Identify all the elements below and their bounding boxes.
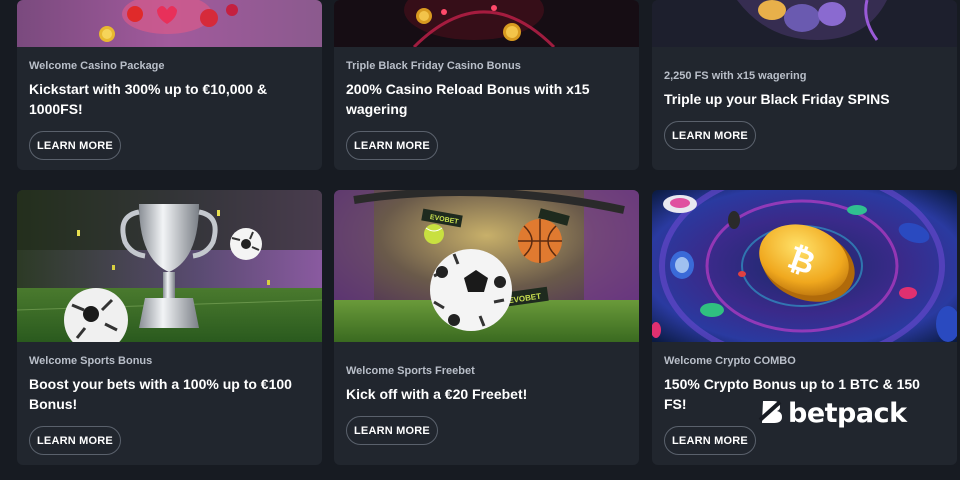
- promo-subtitle: Welcome Casino Package: [29, 60, 165, 72]
- promo-card-triple-black-friday-casino[interactable]: Triple Black Friday Casino Bonus 200% Ca…: [334, 0, 639, 170]
- promo-title: Kickstart with 300% up to €10,000 & 1000…: [29, 81, 268, 117]
- promo-title: 200% Casino Reload Bonus with x15 wageri…: [346, 81, 590, 117]
- betpack-watermark: betpack: [758, 398, 907, 429]
- promo-image-football-basketball[interactable]: EVOBET EVOBET: [334, 190, 639, 342]
- promo-card-welcome-sports-freebet[interactable]: EVOBET EVOBET Welcome Sports Freebet Kic…: [334, 190, 639, 465]
- betpack-logo-icon: [758, 398, 784, 429]
- learn-more-button[interactable]: LEARN MORE: [29, 426, 121, 455]
- promo-title: Triple up your Black Friday SPINS: [664, 91, 890, 107]
- promo-card-welcome-casino[interactable]: Welcome Casino Package Kickstart with 30…: [17, 0, 322, 170]
- learn-more-button[interactable]: LEARN MORE: [29, 131, 121, 160]
- promo-subtitle: 2,250 FS with x15 wagering: [664, 70, 807, 82]
- promo-card-welcome-sports[interactable]: Welcome Sports Bonus Boost your bets wit…: [17, 190, 322, 465]
- promo-image-bitcoin-coin[interactable]: ₿: [652, 190, 957, 342]
- learn-more-button[interactable]: LEARN MORE: [664, 121, 756, 150]
- promo-image-casino-characters[interactable]: [652, 0, 957, 47]
- learn-more-button[interactable]: LEARN MORE: [664, 426, 756, 455]
- learn-more-button[interactable]: LEARN MORE: [346, 416, 438, 445]
- promo-subtitle: Welcome Sports Bonus: [29, 355, 153, 367]
- promo-card-black-friday-spins[interactable]: 2,250 FS with x15 wagering Triple up you…: [652, 0, 957, 170]
- promo-subtitle: Welcome Sports Freebet: [346, 365, 475, 377]
- promo-title: Kick off with a €20 Freebet!: [346, 386, 528, 402]
- promo-image-trophy-football[interactable]: [17, 190, 322, 342]
- promo-image-casino-slot[interactable]: [17, 0, 322, 47]
- promo-subtitle: Triple Black Friday Casino Bonus: [346, 60, 521, 72]
- promo-subtitle: Welcome Crypto COMBO: [664, 355, 796, 367]
- promo-image-casino-coins[interactable]: [334, 0, 639, 47]
- promo-title: Boost your bets with a 100% up to €100 B…: [29, 376, 292, 412]
- learn-more-button[interactable]: LEARN MORE: [346, 131, 438, 160]
- betpack-logo-text: betpack: [788, 398, 907, 429]
